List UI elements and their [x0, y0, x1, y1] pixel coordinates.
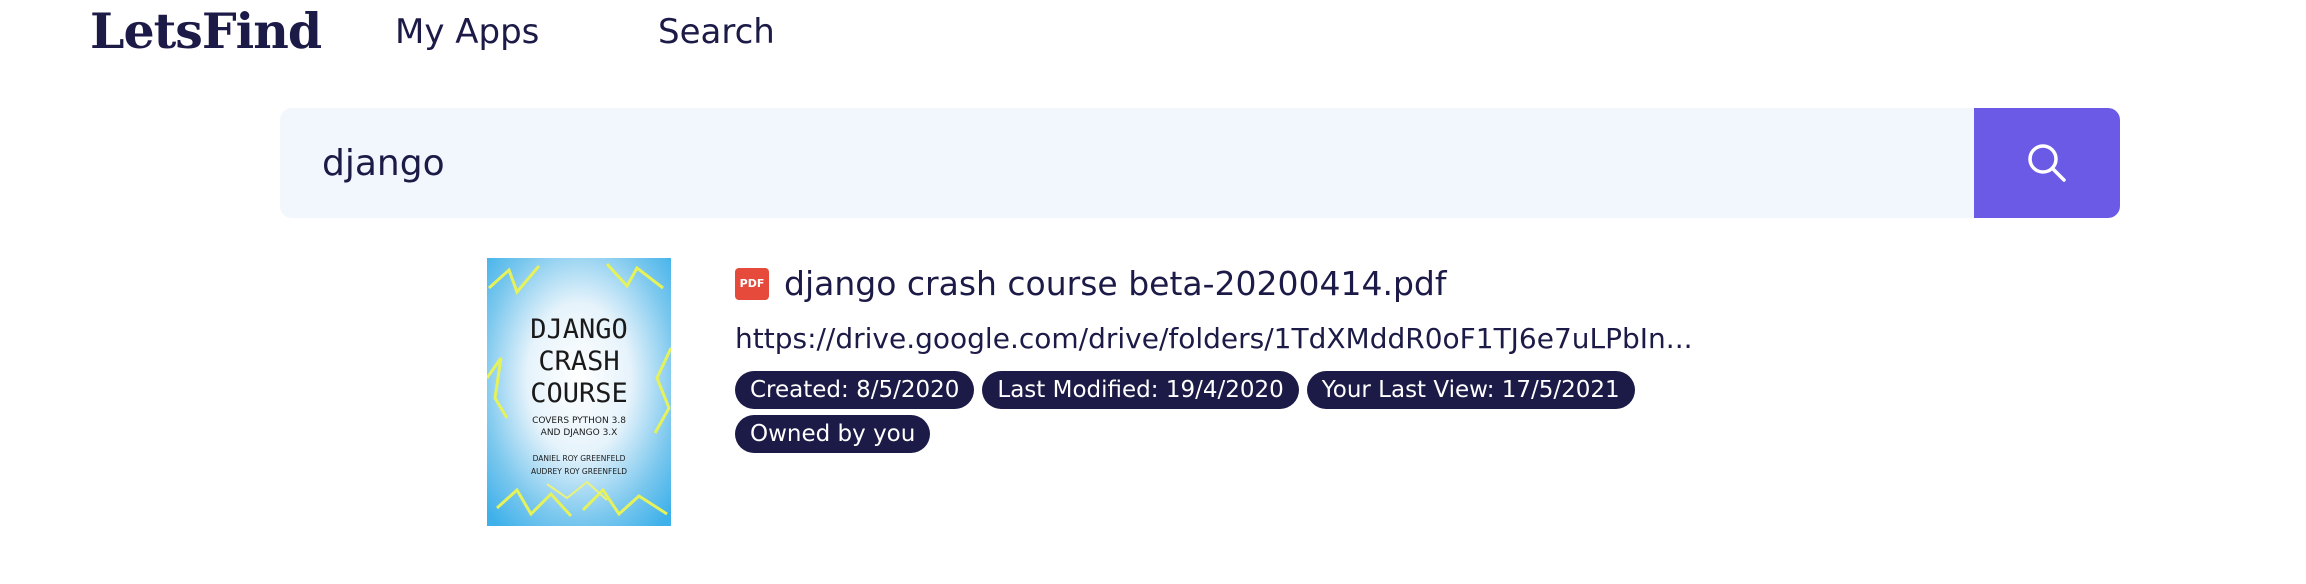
search-button[interactable] — [1974, 108, 2120, 218]
search-bar — [280, 108, 2120, 218]
cover-author-1: DANIEL ROY GREENFELD — [533, 454, 626, 463]
last-view-badge: Your Last View: 17/5/2021 — [1306, 371, 1635, 409]
logo[interactable]: LetsFind — [90, 2, 322, 60]
cover-title-line-1: DJANGO — [530, 314, 628, 345]
cover-title-line-3: COURSE — [530, 378, 628, 409]
nav-search-link[interactable]: Search — [658, 12, 775, 52]
cover-subtitle-line-2: AND DJANGO 3.X — [541, 428, 618, 438]
cover-title-line-2: CRASH — [538, 346, 619, 377]
top-navbar: LetsFind My Apps Search — [0, 0, 2306, 70]
result-title[interactable]: django crash course beta-20200414.pdf — [784, 264, 1447, 303]
nav-my-apps-link[interactable]: My Apps — [395, 12, 539, 52]
created-badge: Created: 8/5/2020 — [735, 371, 975, 409]
search-result[interactable]: DJANGO CRASH COURSE COVERS PYTHON 3.8 AN… — [487, 258, 1887, 528]
cover-author-2: AUDREY ROY GREENFELD — [531, 467, 627, 476]
last-modified-badge: Last Modified: 19/4/2020 — [982, 371, 1299, 409]
cover-subtitle-line-1: COVERS PYTHON 3.8 — [532, 416, 626, 426]
result-badges: Created: 8/5/2020 Last Modified: 19/4/20… — [735, 371, 1665, 453]
result-title-row: PDF django crash course beta-20200414.pd… — [735, 264, 1447, 303]
search-icon — [2028, 144, 2066, 182]
search-input[interactable] — [280, 108, 1974, 218]
book-cover-thumbnail[interactable]: DJANGO CRASH COURSE COVERS PYTHON 3.8 AN… — [487, 258, 671, 526]
result-url[interactable]: https://drive.google.com/drive/folders/1… — [735, 322, 1693, 355]
owner-badge: Owned by you — [735, 415, 931, 453]
pdf-icon: PDF — [735, 267, 769, 300]
